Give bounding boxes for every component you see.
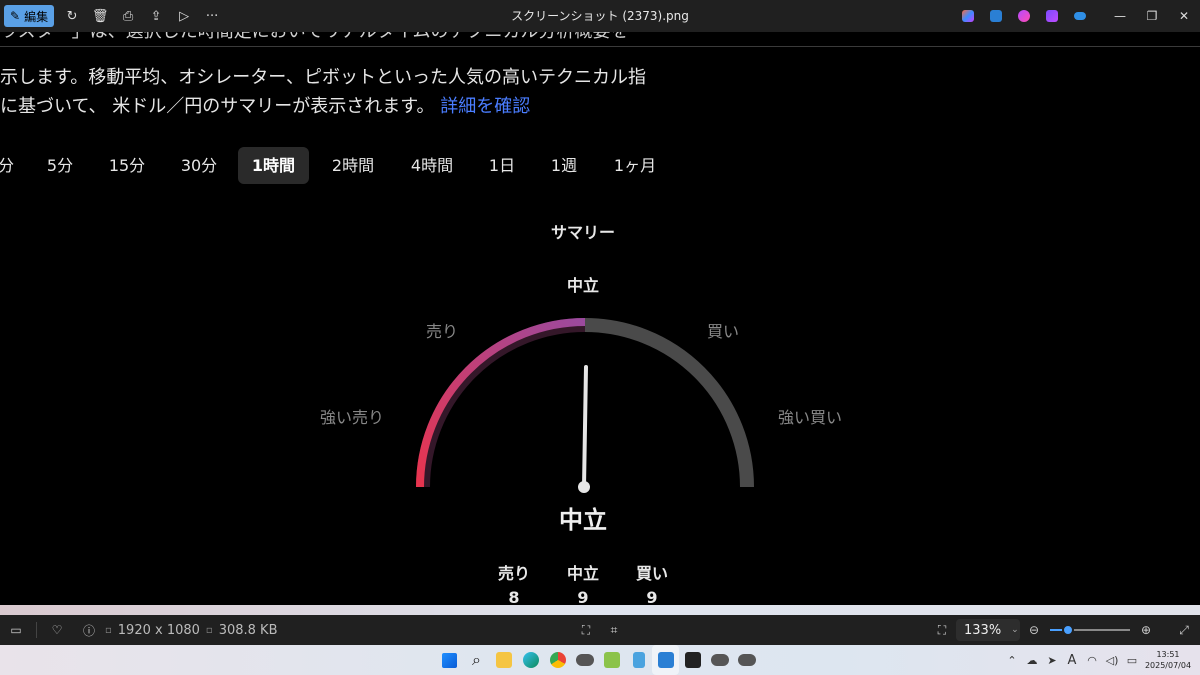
- gauge-label-strong-buy: 強い買い: [778, 408, 843, 427]
- share-icon[interactable]: ⇪: [142, 2, 170, 30]
- zoom-slider[interactable]: [1050, 624, 1130, 636]
- zoom-out-icon[interactable]: ⊖: [1018, 615, 1050, 645]
- zoom-in-icon[interactable]: ⊕: [1130, 615, 1162, 645]
- onedrive-tray-icon[interactable]: ☁: [1022, 654, 1042, 667]
- edit-icon: ✎: [10, 9, 21, 23]
- details-link[interactable]: 詳細を確認: [440, 96, 530, 117]
- onedrive-icon[interactable]: [1066, 2, 1094, 30]
- gauge-needle: [582, 365, 588, 489]
- file-size: 308.8 KB: [218, 622, 278, 638]
- filesize-icon: ▫: [205, 624, 213, 636]
- tab-1min[interactable]: 分: [0, 147, 14, 184]
- tab-1month[interactable]: 1ヶ月: [604, 147, 666, 184]
- close-button[interactable]: ✕: [1168, 0, 1200, 32]
- gauge-pivot: [578, 481, 590, 493]
- info-icon[interactable]: ⓘ: [73, 615, 105, 645]
- summary-gauge: [416, 318, 754, 493]
- image-bottom-strip: [0, 605, 1200, 615]
- chevron-up-icon[interactable]: ⌃: [1002, 654, 1022, 667]
- clock[interactable]: 13:51 2025/07/04: [1142, 649, 1194, 671]
- count-label-buy: 買い: [635, 564, 668, 583]
- count-label-sell: 売り: [497, 564, 530, 583]
- app-icon-2[interactable]: [598, 645, 625, 675]
- gauge-arc-sell: [416, 318, 586, 488]
- edit-button[interactable]: ✎ 編集: [4, 5, 55, 27]
- slideshow-icon[interactable]: ▷: [170, 2, 198, 30]
- clock-date: 2025/07/04: [1144, 661, 1192, 670]
- gauge-arc-sell-inner: [416, 318, 586, 488]
- tab-4hour[interactable]: 4時間: [401, 147, 463, 184]
- summary-top-label: 中立: [566, 276, 599, 295]
- fullscreen-icon[interactable]: ⤢: [1168, 615, 1200, 645]
- edge-icon[interactable]: [517, 645, 544, 675]
- taskbar: ⌕ ⌃ ☁ ➤ A ◠ ◁) ▭ 13:51 2025/07/04: [0, 645, 1200, 675]
- more-icon[interactable]: ···: [198, 2, 226, 30]
- count-value-neutral: 9: [577, 588, 589, 605]
- status-bar: ▭ ♡ ⓘ ▫ 1920 x 1080 ▫ 308.8 KB ⛶ ⌗ ⛶ 133…: [0, 615, 1200, 645]
- count-value-sell: 8: [508, 588, 520, 605]
- zoom-slider-thumb[interactable]: [1061, 624, 1074, 636]
- copilot-icon[interactable]: [954, 2, 982, 30]
- filmstrip-icon[interactable]: ▭: [0, 615, 32, 645]
- app-icon-4[interactable]: [733, 645, 760, 675]
- rotate-icon[interactable]: ↻: [58, 2, 86, 30]
- gauge-label-strong-sell: 強い売り: [320, 408, 385, 427]
- tab-30min[interactable]: 30分: [172, 147, 226, 184]
- separator: [36, 622, 37, 638]
- notepad-icon[interactable]: [625, 645, 652, 675]
- clipchamp-icon[interactable]: [1010, 2, 1038, 30]
- para-line-3-text: に基づいて、 米ドル／円のサマリーが表示されます。: [0, 96, 435, 117]
- fit-window-icon[interactable]: ⛶: [926, 615, 958, 645]
- para-line-2: 示します。移動平均、オシレーター、ピボットといった人気の高いテクニカル指: [0, 67, 647, 88]
- print-icon[interactable]: ⎙: [114, 2, 142, 30]
- count-value-buy: 9: [646, 588, 658, 605]
- gauge-arc-buy: [584, 318, 754, 488]
- divider: [0, 46, 1200, 47]
- tab-1hour[interactable]: 1時間: [238, 147, 309, 184]
- tab-1week[interactable]: 1週: [542, 147, 586, 184]
- file-explorer-icon[interactable]: [490, 645, 517, 675]
- image-dimensions: 1920 x 1080: [117, 622, 200, 638]
- app-icon-1[interactable]: [571, 645, 598, 675]
- photos-icon[interactable]: [652, 645, 679, 675]
- battery-icon[interactable]: ▭: [1122, 654, 1142, 667]
- zoom-value: 133%: [964, 622, 1002, 638]
- restore-button[interactable]: ❐: [1136, 0, 1168, 32]
- zoom-dropdown[interactable]: 133% ⌄: [956, 619, 1020, 641]
- chrome-icon[interactable]: [544, 645, 571, 675]
- visual-search-icon[interactable]: ⌗: [598, 615, 630, 645]
- system-tray: ⌃ ☁ ➤ A ◠ ◁) ▭ 13:51 2025/07/04: [1002, 645, 1200, 675]
- minimize-button[interactable]: —: [1104, 0, 1136, 32]
- count-label-neutral: 中立: [566, 564, 599, 583]
- tab-2hour[interactable]: 2時間: [322, 147, 384, 184]
- tab-15min[interactable]: 15分: [100, 147, 154, 184]
- summary-title: サマリー: [550, 223, 615, 242]
- designer-icon[interactable]: [982, 2, 1010, 30]
- para-line-1: ラスター」は、選択した時間足においてリアルタイムのテクニカル分析概要を: [0, 32, 629, 46]
- clock-time: 13:51: [1156, 650, 1180, 659]
- wifi-icon[interactable]: ◠: [1082, 654, 1102, 667]
- delete-icon[interactable]: 🗑: [86, 2, 114, 30]
- edit-label: 編集: [24, 9, 49, 24]
- favorite-icon[interactable]: ♡: [41, 615, 73, 645]
- volume-icon[interactable]: ◁): [1102, 654, 1122, 667]
- image-viewport[interactable]: ラスター」は、選択した時間足においてリアルタイムのテクニカル分析概要を 示します…: [0, 32, 1200, 605]
- dimensions-icon: ▫: [105, 624, 112, 636]
- ime-icon[interactable]: A: [1062, 653, 1082, 668]
- tab-1day[interactable]: 1日: [480, 147, 524, 184]
- para-line-3: に基づいて、 米ドル／円のサマリーが表示されます。 詳細を確認: [0, 92, 530, 121]
- clip-icon[interactable]: [1038, 2, 1066, 30]
- title-bar: ✎ 編集 ↻ 🗑 ⎙ ⇪ ▷ ··· スクリーンショット (2373).png …: [0, 0, 1200, 32]
- sticky-notes-icon[interactable]: [679, 645, 706, 675]
- summary-result: 中立: [559, 506, 607, 534]
- search-icon[interactable]: ⌕: [463, 645, 490, 675]
- app-icon-3[interactable]: [706, 645, 733, 675]
- tab-5min[interactable]: 5分: [38, 147, 82, 184]
- start-icon[interactable]: [436, 645, 463, 675]
- send-icon[interactable]: ➤: [1042, 654, 1062, 667]
